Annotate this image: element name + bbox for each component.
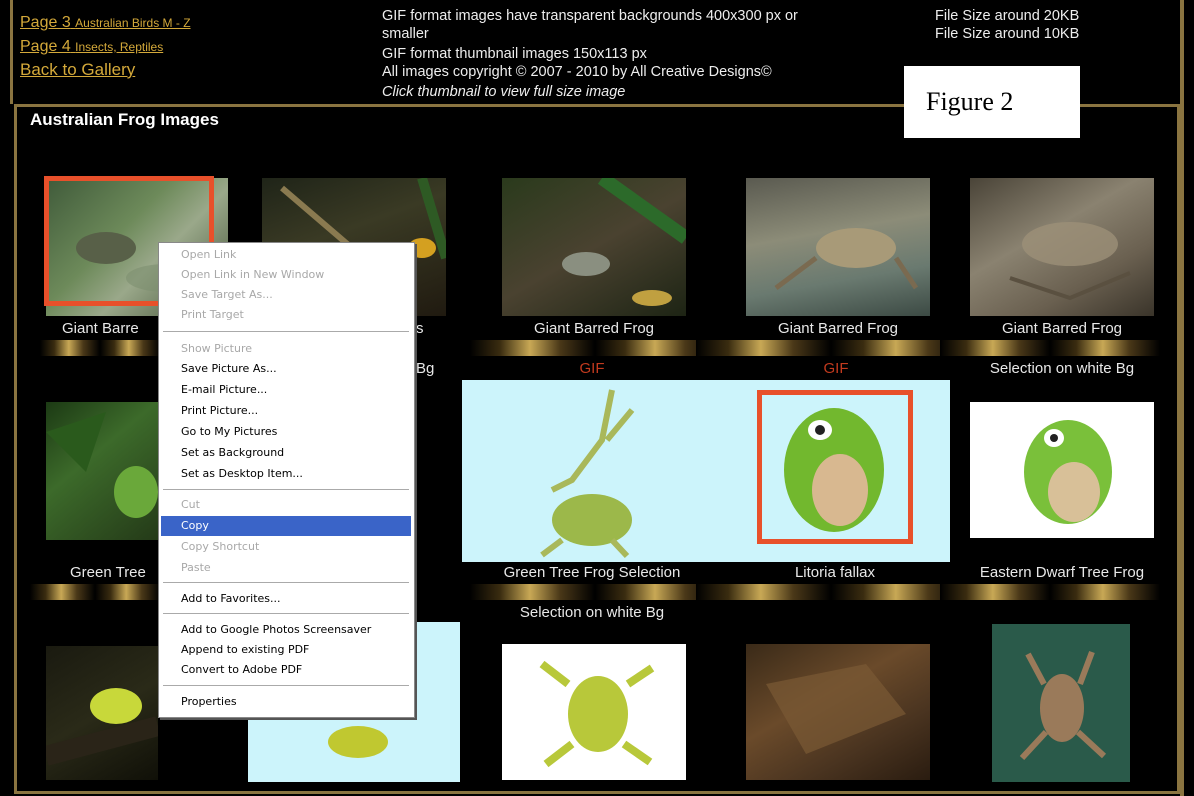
context-menu: Open Link Open Link in New Window Save T… <box>158 242 415 718</box>
frame-left <box>10 0 13 104</box>
info-line-2: smaller <box>382 26 429 42</box>
thumb-row3-5[interactable] <box>992 624 1130 782</box>
divider-bar <box>696 584 966 600</box>
info-size-1: File Size around 20KB <box>935 8 1080 24</box>
frog-illustration <box>1019 650 1107 761</box>
nav-back-label: Back to Gallery <box>20 60 136 79</box>
info-line-5-wrap: Click thumbnail to view full size image <box>382 84 625 101</box>
thumb-image <box>1009 222 1131 301</box>
thumb-row3-3[interactable] <box>502 644 686 780</box>
menu-separator <box>163 685 409 686</box>
divider-bar <box>470 584 720 600</box>
sub-row2-selection: Selection on white Bg <box>519 604 665 621</box>
menu-item-add-to-favorites[interactable]: Add to Favorites... <box>161 589 411 609</box>
divider-bar <box>696 340 966 356</box>
thumb-giant-barred-frog-5[interactable] <box>970 178 1154 316</box>
menu-item-save-picture-as[interactable]: Save Picture As... <box>161 359 411 379</box>
caption-row1-3: Giant Barred Frog <box>533 320 655 337</box>
caption-row1-2: s <box>416 320 424 337</box>
menu-item-add-to-google-photos[interactable]: Add to Google Photos Screensaver <box>161 620 411 640</box>
frame-right <box>1180 0 1184 796</box>
thumb-giant-barred-frog-3[interactable] <box>502 178 686 316</box>
menu-item-copy-shortcut[interactable]: Copy Shortcut <box>161 537 411 557</box>
caption-row2-2: Green Tree Frog Selection <box>503 564 681 581</box>
divider-bar <box>940 584 1160 600</box>
divider-bar <box>940 340 1160 356</box>
menu-item-print-target[interactable]: Print Target <box>161 305 411 325</box>
nav-page3-sub: Australian Birds M - Z <box>75 16 191 30</box>
thumb-image <box>774 228 919 290</box>
nav-page4-sub: Insects, Reptiles <box>75 40 164 54</box>
thumb-row3-1[interactable] <box>46 646 158 780</box>
sub-row1-selection: Selection on white Bg <box>989 360 1135 377</box>
caption-row2-3: Litoria fallax <box>794 564 876 581</box>
nav-link-page3[interactable]: Page 3 Australian Birds M - Z <box>20 14 191 32</box>
menu-item-convert-to-pdf[interactable]: Convert to Adobe PDF <box>161 660 411 680</box>
menu-separator <box>163 613 409 614</box>
caption-row1-5: Giant Barred Frog <box>1001 320 1123 337</box>
frog-illustration <box>1024 420 1112 524</box>
nav-page4-label: Page 4 <box>20 38 71 55</box>
nav-link-back-to-gallery[interactable]: Back to Gallery <box>20 60 135 80</box>
figure-label: Figure 2 <box>926 87 1014 116</box>
nav-link-page4[interactable]: Page 4 Insects, Reptiles <box>20 38 163 56</box>
thumb-green-tree-frog-1[interactable] <box>46 402 158 540</box>
thumb-giant-barred-frog-4[interactable] <box>746 178 930 316</box>
menu-separator <box>163 582 409 583</box>
menu-item-show-picture[interactable]: Show Picture <box>161 339 411 359</box>
caption-row1-4: Giant Barred Frog <box>777 320 899 337</box>
divider-bar <box>470 340 720 356</box>
caption-row2-4: Eastern Dwarf Tree Frog <box>979 564 1145 581</box>
menu-item-email-picture[interactable]: E-mail Picture... <box>161 380 411 400</box>
highlight-box-litoria <box>757 390 913 544</box>
menu-item-cut[interactable]: Cut <box>161 495 411 515</box>
menu-item-open-link[interactable]: Open Link <box>161 245 411 265</box>
thumb-row3-4[interactable] <box>746 644 930 780</box>
menu-item-copy[interactable]: Copy <box>161 516 411 536</box>
info-line-1: GIF format images have transparent backg… <box>382 8 798 24</box>
thumb-image <box>46 688 158 766</box>
frog-illustration <box>539 660 655 768</box>
info-size-2: File Size around 10KB <box>935 26 1080 42</box>
menu-item-append-to-pdf[interactable]: Append to existing PDF <box>161 640 411 660</box>
figure-label-box: Figure 2 <box>904 66 1080 138</box>
info-line-3: GIF format thumbnail images 150x113 px <box>382 46 647 62</box>
thumb-image <box>562 178 686 306</box>
thumb-image <box>766 664 906 754</box>
panel-title: Australian Frog Images <box>30 110 219 129</box>
menu-item-set-as-background[interactable]: Set as Background <box>161 443 411 463</box>
menu-separator <box>163 331 409 332</box>
menu-item-open-link-new-window[interactable]: Open Link in New Window <box>161 265 411 285</box>
gif-label-2: GIF <box>823 360 849 377</box>
divider-bar <box>30 584 160 600</box>
info-line-5: Click thumbnail to view full size image <box>382 84 626 100</box>
menu-item-paste[interactable]: Paste <box>161 558 411 578</box>
divider-bar <box>40 340 160 356</box>
menu-item-properties[interactable]: Properties <box>161 692 411 712</box>
menu-item-go-to-my-pictures[interactable]: Go to My Pictures <box>161 422 411 442</box>
sub-row1-bg: Bg <box>416 360 435 377</box>
thumb-eastern-dwarf-tree-frog[interactable] <box>970 402 1154 538</box>
nav-page3-label: Page 3 <box>20 14 71 31</box>
info-line-4: All images copyright © 2007 - 2010 by Al… <box>382 64 772 80</box>
menu-item-save-target-as[interactable]: Save Target As... <box>161 285 411 305</box>
menu-separator <box>163 489 409 490</box>
menu-item-print-picture[interactable]: Print Picture... <box>161 401 411 421</box>
thumb-image <box>46 412 158 518</box>
caption-row2-1: Green Tree <box>70 564 146 581</box>
menu-item-set-as-desktop-item[interactable]: Set as Desktop Item... <box>161 464 411 484</box>
gif-label-1: GIF <box>579 360 605 377</box>
